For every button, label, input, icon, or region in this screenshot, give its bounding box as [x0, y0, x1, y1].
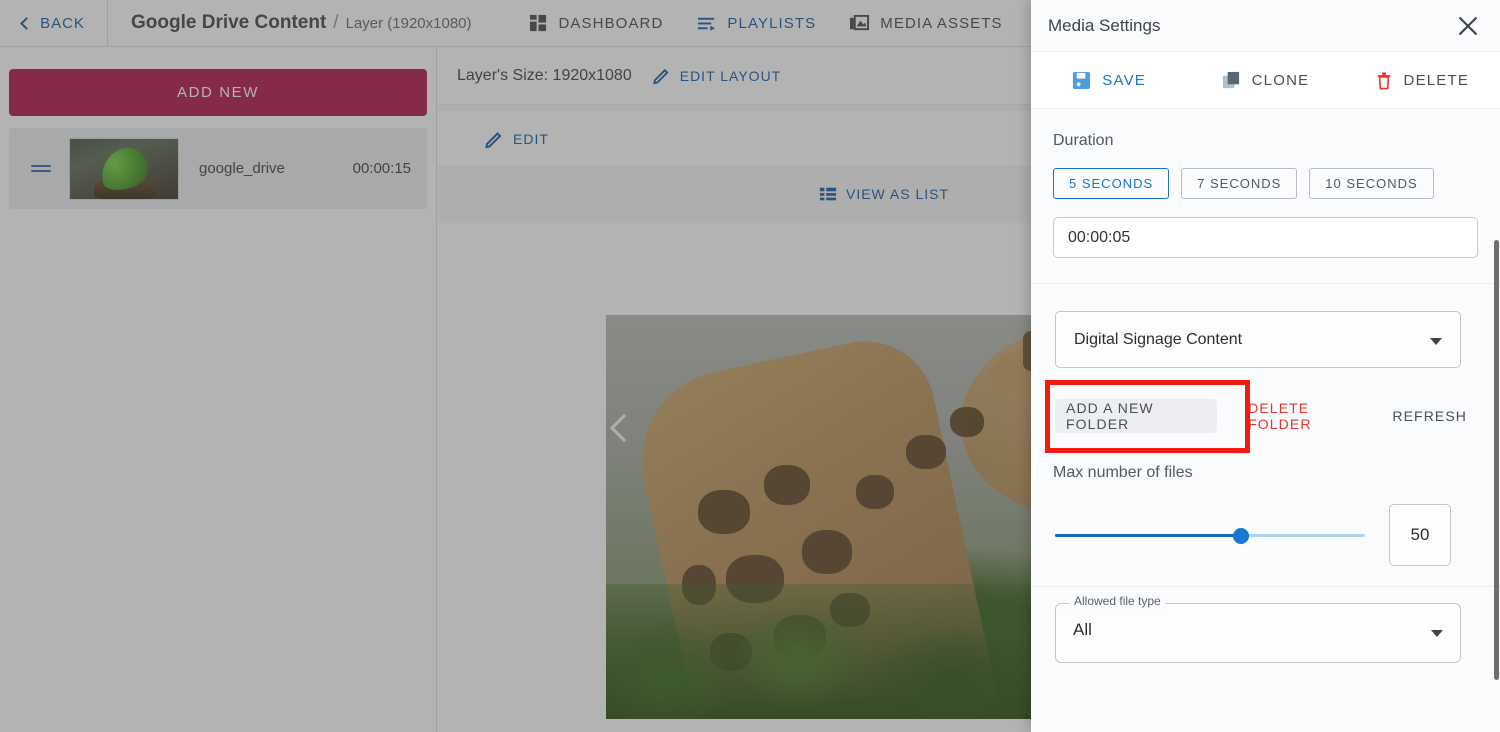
allowed-file-type-select[interactable]: Allowed file type All [1055, 603, 1461, 663]
delete-icon [1375, 71, 1393, 90]
max-files-row: 50 [1053, 504, 1478, 566]
app-root: BACK Google Drive Content / Layer (1920x… [0, 0, 1500, 732]
clone-button[interactable]: CLONE [1187, 71, 1343, 90]
duration-chip-10s-label: 10 SECONDS [1325, 176, 1417, 191]
refresh-button[interactable]: REFRESH [1381, 399, 1478, 433]
delete-folder-button[interactable]: DELETE FOLDER [1237, 399, 1375, 433]
chevron-down-icon [1431, 630, 1443, 637]
max-files-input[interactable]: 50 [1389, 504, 1451, 566]
add-a-new-folder-label: ADD A NEW FOLDER [1066, 400, 1206, 432]
max-files-section: Max number of files 50 [1031, 442, 1500, 586]
duration-chip-10s[interactable]: 10 SECONDS [1309, 168, 1433, 199]
folder-section: Digital Signage Content ADD A NEW FOLDER… [1031, 284, 1500, 442]
file-type-section: Allowed file type All [1031, 587, 1500, 663]
max-files-value: 50 [1411, 525, 1430, 545]
media-settings-panel: Media Settings SAVE CLONE [1031, 0, 1500, 732]
duration-input[interactable]: 00:00:05 [1053, 217, 1478, 258]
folder-action-row: ADD A NEW FOLDER DELETE FOLDER REFRESH [1053, 396, 1478, 436]
duration-input-value: 00:00:05 [1068, 229, 1130, 247]
clone-label: CLONE [1252, 72, 1310, 89]
folder-select[interactable]: Digital Signage Content [1055, 311, 1461, 368]
delete-label: DELETE [1404, 72, 1470, 89]
close-icon[interactable] [1454, 12, 1482, 40]
clone-icon [1222, 71, 1241, 90]
panel-title: Media Settings [1048, 16, 1454, 36]
save-label: SAVE [1102, 72, 1146, 89]
panel-header: Media Settings [1031, 0, 1500, 52]
chevron-down-icon [1430, 338, 1442, 345]
allowed-file-type-label: Allowed file type [1069, 595, 1166, 609]
slider-thumb[interactable] [1233, 528, 1249, 544]
panel-action-bar: SAVE CLONE DELETE [1031, 52, 1500, 109]
duration-section: Duration 5 SECONDS 7 SECONDS 10 SECONDS … [1031, 109, 1500, 284]
duration-chip-7s[interactable]: 7 SECONDS [1181, 168, 1297, 199]
duration-chip-5s-label: 5 SECONDS [1069, 176, 1153, 191]
modal-scrim[interactable] [0, 0, 1031, 732]
allowed-file-type-value: All [1073, 620, 1092, 640]
max-files-label: Max number of files [1053, 464, 1478, 482]
duration-chip-5s[interactable]: 5 SECONDS [1053, 168, 1169, 199]
duration-chip-7s-label: 7 SECONDS [1197, 176, 1281, 191]
delete-folder-label: DELETE FOLDER [1248, 400, 1364, 432]
save-button[interactable]: SAVE [1031, 71, 1187, 90]
duration-label: Duration [1053, 132, 1478, 150]
save-icon [1072, 71, 1091, 90]
refresh-label: REFRESH [1392, 408, 1467, 424]
delete-button[interactable]: DELETE [1344, 71, 1500, 90]
duration-chip-group: 5 SECONDS 7 SECONDS 10 SECONDS [1053, 168, 1478, 199]
slider-track-fill [1055, 534, 1241, 537]
max-files-slider[interactable] [1055, 523, 1365, 547]
panel-scrollbar[interactable] [1494, 240, 1499, 680]
folder-select-value: Digital Signage Content [1074, 331, 1242, 349]
add-a-new-folder-button[interactable]: ADD A NEW FOLDER [1055, 399, 1217, 433]
